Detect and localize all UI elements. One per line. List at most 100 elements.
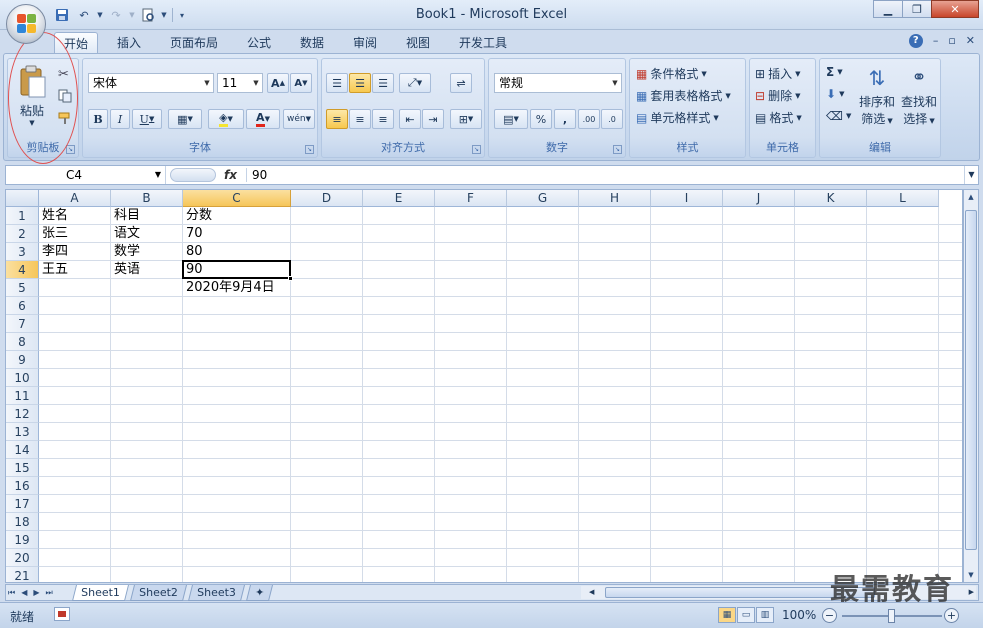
format-as-table-button[interactable]: ▦ 套用表格格式 ▼ <box>636 87 731 104</box>
row-header-12[interactable]: 12 <box>6 405 39 423</box>
first-sheet-icon[interactable]: ⏮ <box>8 585 15 600</box>
column-header-E[interactable]: E <box>363 190 435 207</box>
vertical-scroll-thumb[interactable] <box>965 210 977 550</box>
last-sheet-icon[interactable]: ⏭ <box>46 585 53 600</box>
row-header-17[interactable]: 17 <box>6 495 39 513</box>
alignment-launcher-icon[interactable]: ↘ <box>472 145 481 154</box>
insert-sheet-tab[interactable]: ✦ <box>246 585 274 601</box>
page-layout-view-icon[interactable]: ▭ <box>737 607 755 623</box>
scroll-right-icon[interactable]: ▶ <box>969 586 974 599</box>
row-header-13[interactable]: 13 <box>6 423 39 441</box>
row-header-1[interactable]: 1 <box>6 207 39 225</box>
cell-B3[interactable]: 数学 <box>111 243 140 261</box>
align-right-button[interactable]: ≡ <box>372 109 394 129</box>
delete-cells-button[interactable]: ⊟ 删除 ▼ <box>755 87 800 104</box>
row-header-15[interactable]: 15 <box>6 459 39 477</box>
tab-review[interactable]: 审阅 <box>344 32 386 54</box>
tab-developer[interactable]: 开发工具 <box>450 32 516 54</box>
grow-font-button[interactable]: A ▲ <box>267 73 289 93</box>
row-header-14[interactable]: 14 <box>6 441 39 459</box>
cell-A3[interactable]: 李四 <box>39 243 68 261</box>
cell-A4[interactable]: 王五 <box>39 261 68 279</box>
underline-button[interactable]: U ▼ <box>132 109 162 129</box>
percent-button[interactable]: % <box>530 109 552 129</box>
zoom-in-icon[interactable]: + <box>944 608 959 623</box>
column-header-G[interactable]: G <box>507 190 579 207</box>
italic-button[interactable]: I <box>110 109 130 129</box>
clipboard-launcher-icon[interactable]: ↘ <box>66 145 75 154</box>
help-icon[interactable]: ? <box>908 34 923 48</box>
decrease-indent-button[interactable]: ⇤ <box>399 109 421 129</box>
align-top-button[interactable]: ☰ <box>326 73 348 93</box>
cell-A1[interactable]: 姓名 <box>39 207 68 225</box>
cell-B1[interactable]: 科目 <box>111 207 140 225</box>
restore-button[interactable]: ❐ <box>902 0 932 18</box>
font-size-select[interactable]: 11 ▼ <box>217 73 263 93</box>
fill-button[interactable]: ⬇ ▼ <box>826 87 844 101</box>
zoom-slider[interactable]: − + <box>822 607 962 625</box>
scroll-left-icon[interactable]: ◀ <box>589 586 594 599</box>
select-all-corner[interactable] <box>6 190 39 207</box>
row-header-11[interactable]: 11 <box>6 387 39 405</box>
name-box[interactable]: C4 ▼ <box>6 166 166 184</box>
row-header-7[interactable]: 7 <box>6 315 39 333</box>
row-header-2[interactable]: 2 <box>6 225 39 243</box>
number-format-dropdown-icon[interactable]: ▼ <box>609 74 621 92</box>
zoom-out-icon[interactable]: − <box>822 608 837 623</box>
phonetic-button[interactable]: wén ▼ <box>283 109 315 129</box>
name-box-dropdown-icon[interactable]: ▼ <box>155 166 161 184</box>
column-header-D[interactable]: D <box>291 190 363 207</box>
scroll-down-icon[interactable]: ▼ <box>965 569 977 581</box>
normal-view-icon[interactable]: ▦ <box>718 607 736 623</box>
font-launcher-icon[interactable]: ↘ <box>305 145 314 154</box>
cell-B4[interactable]: 英语 <box>111 261 140 279</box>
column-header-J[interactable]: J <box>723 190 795 207</box>
zoom-level[interactable]: 100% <box>782 608 816 622</box>
align-bottom-button[interactable]: ☰ <box>372 73 394 93</box>
scroll-up-icon[interactable]: ▲ <box>965 191 977 203</box>
column-header-H[interactable]: H <box>579 190 651 207</box>
insert-function-icon[interactable]: fx <box>224 166 246 184</box>
formula-bar-grip[interactable] <box>170 168 216 182</box>
insert-cells-button[interactable]: ⊞ 插入 ▼ <box>755 65 800 82</box>
row-header-20[interactable]: 20 <box>6 549 39 567</box>
macro-record-icon[interactable] <box>54 607 70 621</box>
align-center-button[interactable]: ≡ <box>349 109 371 129</box>
bold-button[interactable]: B <box>88 109 108 129</box>
row-header-10[interactable]: 10 <box>6 369 39 387</box>
cell-A2[interactable]: 张三 <box>39 225 68 243</box>
column-header-L[interactable]: L <box>867 190 939 207</box>
close-button[interactable]: ✕ <box>931 0 979 18</box>
increase-decimal-button[interactable]: .00 <box>578 109 600 129</box>
office-button[interactable] <box>6 4 46 44</box>
row-header-16[interactable]: 16 <box>6 477 39 495</box>
row-header-8[interactable]: 8 <box>6 333 39 351</box>
align-middle-button[interactable]: ☰ <box>349 73 371 93</box>
currency-button[interactable]: ▤ ▼ <box>494 109 528 129</box>
shrink-font-button[interactable]: A ▼ <box>290 73 312 93</box>
sheet-tab-1[interactable]: Sheet1 <box>72 585 129 601</box>
cell-C1[interactable]: 分数 <box>183 207 212 225</box>
row-header-6[interactable]: 6 <box>6 297 39 315</box>
row-header-19[interactable]: 19 <box>6 531 39 549</box>
format-cells-button[interactable]: ▤ 格式 ▼ <box>755 109 802 126</box>
row-header-5[interactable]: 5 <box>6 279 39 297</box>
align-left-button[interactable]: ≡ <box>326 109 348 129</box>
cell-C3[interactable]: 80 <box>183 243 203 261</box>
decrease-decimal-button[interactable]: .0 <box>601 109 623 129</box>
tab-formulas[interactable]: 公式 <box>238 32 280 54</box>
font-name-dropdown-icon[interactable]: ▼ <box>201 74 213 92</box>
increase-indent-button[interactable]: ⇥ <box>422 109 444 129</box>
page-break-view-icon[interactable]: ▥ <box>756 607 774 623</box>
comma-button[interactable]: , <box>554 109 576 129</box>
vertical-scrollbar[interactable]: ▲ ▼ <box>963 189 979 583</box>
row-header-3[interactable]: 3 <box>6 243 39 261</box>
font-color-button[interactable]: A ▼ <box>246 109 280 129</box>
cell-C5[interactable]: 2020年9月4日 <box>183 279 275 297</box>
zoom-thumb[interactable] <box>888 609 895 623</box>
ribbon-minimize-icon[interactable]: – <box>933 34 939 48</box>
tab-data[interactable]: 数据 <box>291 32 333 54</box>
autosum-button[interactable]: Σ ▼ <box>826 65 843 79</box>
worksheet-grid[interactable]: A B C D E F G H I J K L 1 2 3 4 5 6 7 8 9 10 11 12 13 14 15 16 17 18 1… <box>5 189 963 583</box>
clear-button[interactable]: ⌫ ▼ <box>826 109 851 123</box>
